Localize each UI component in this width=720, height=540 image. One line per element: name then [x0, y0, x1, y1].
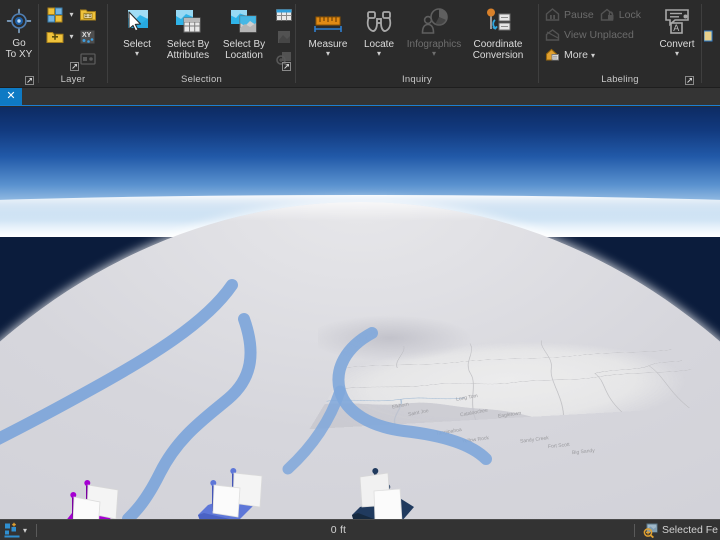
ribbon-group-selection: Select ▾ Select By Attributes Select By …: [108, 0, 295, 87]
xy-table-to-point-button[interactable]: XY: [78, 26, 98, 47]
scene-view-3d[interactable]: Elkhorn Saint Joe Long Tom Cataloochee T…: [0, 107, 720, 519]
ribbon-group-layer-title: Layer: [60, 74, 86, 85]
add-preset-layer-icon: [78, 5, 98, 25]
close-icon: ✕: [6, 90, 16, 102]
selected-features-icon[interactable]: [643, 523, 658, 538]
locate-button[interactable]: Locate ▾: [356, 3, 402, 58]
ship-west[interactable]: [46, 463, 156, 519]
view-tab-strip: ✕: [0, 88, 720, 106]
ribbon-group-selection-title: Selection: [181, 74, 222, 85]
more-labeling-button[interactable]: More ▾: [545, 45, 647, 65]
ribbon-group-gotoxy: Go To XY: [0, 0, 38, 87]
coordinate-conversion-icon: [483, 6, 513, 38]
locate-chevron-down-icon[interactable]: ▾: [377, 50, 381, 58]
measurement-readout: 0 ft: [330, 524, 347, 536]
coordinate-conversion-button[interactable]: Coordinate Conversion: [466, 3, 530, 61]
select-by-attributes-icon: [173, 6, 203, 38]
overflow-partial-icon[interactable]: [703, 29, 716, 43]
coordinate-conversion-label: Coordinate Conversion: [472, 39, 524, 61]
labeling-dialog-launcher[interactable]: [685, 76, 694, 85]
infographics-button: Infographics ▾: [402, 3, 466, 58]
selection-small-buttons: [274, 3, 294, 69]
ribbon-group-overflow: [702, 0, 718, 87]
ribbon-group-inquiry: Measure ▾ Locate ▾ Infographics ▾ Coordi…: [296, 0, 538, 87]
measure-chevron-down-icon[interactable]: ▾: [326, 50, 330, 58]
ribbon-group-labeling: Pause Lock View Unplaced More ▾ A Conver…: [539, 0, 701, 87]
select-chevron-down-icon[interactable]: ▾: [135, 50, 139, 58]
pause-labeling-label: Pause: [564, 9, 594, 21]
snapping-chevron-down-icon[interactable]: ▾: [23, 526, 27, 535]
binoculars-icon: [364, 6, 394, 38]
go-to-xy-button[interactable]: Go To XY: [1, 2, 37, 60]
convert-labels-icon: A: [662, 6, 692, 38]
view-unplaced-button: View Unplaced: [545, 25, 647, 45]
ribbon-group-inquiry-title: Inquiry: [402, 74, 432, 85]
more-labeling-chevron-down-icon[interactable]: ▾: [591, 51, 595, 60]
layer-dialog-launcher[interactable]: [70, 62, 79, 71]
status-bar-left: ▾: [0, 522, 43, 538]
layer-grid-chevron-down-icon[interactable]: ▾: [66, 10, 77, 19]
ribbon-group-layer: ▾ ▾ XY Layer: [39, 0, 107, 87]
status-bar: ▾ 0 ft Selected Fe: [0, 519, 720, 540]
clear-selection-icon: [274, 27, 294, 47]
select-arrow-icon: [122, 6, 152, 38]
svg-text:A: A: [673, 23, 679, 33]
pause-labeling-button: Pause: [545, 5, 600, 25]
more-labeling-icon: [545, 47, 561, 63]
lock-labels-label: Lock: [618, 9, 641, 21]
view-unplaced-icon: [545, 27, 561, 43]
measure-button[interactable]: Measure ▾: [300, 3, 356, 58]
close-view-button[interactable]: ✕: [0, 88, 22, 105]
layer-grid-button[interactable]: ▾: [45, 4, 77, 25]
selection-dialog-launcher[interactable]: [282, 62, 291, 71]
select-by-location-icon: [229, 6, 259, 38]
convert-labels-button[interactable]: A Convert ▾: [649, 3, 705, 58]
ribbon-group-labeling-title: Labeling: [601, 74, 639, 85]
add-data-icon: [45, 27, 65, 47]
infographics-pie-icon: [419, 6, 449, 38]
add-graphics-layer-button: [78, 48, 98, 69]
convert-labels-chevron-down-icon[interactable]: ▾: [675, 50, 679, 58]
lock-labels-button: Lock: [600, 5, 647, 25]
ship-center[interactable]: [186, 463, 296, 519]
view-unplaced-label: View Unplaced: [564, 29, 634, 41]
select-button[interactable]: Select ▾: [114, 3, 160, 58]
select-by-location-label: Select By Location: [222, 39, 266, 61]
lock-labels-icon: [600, 7, 616, 23]
ruler-icon: [313, 6, 343, 38]
xy-table-to-point-icon: XY: [78, 27, 98, 47]
select-by-attributes-label: Select By Attributes: [166, 39, 210, 61]
add-graphics-layer-icon: [78, 49, 98, 69]
select-by-attributes-button[interactable]: Select By Attributes: [160, 3, 216, 61]
crosshair-target-icon: [6, 5, 32, 37]
select-by-location-button[interactable]: Select By Location: [216, 3, 272, 61]
ribbon: Go To XY ▾ ▾ XY Layer Select ▾ Select By…: [0, 0, 720, 88]
river-features: [0, 279, 492, 519]
attribute-table-icon: [274, 5, 294, 25]
add-data-chevron-down-icon[interactable]: ▾: [66, 32, 77, 41]
gotoxy-dialog-launcher[interactable]: [25, 76, 34, 85]
pause-labeling-icon: [545, 7, 561, 23]
svg-text:XY: XY: [82, 32, 92, 39]
application-window: Go To XY ▾ ▾ XY Layer Select ▾ Select By…: [0, 0, 720, 540]
more-labeling-label: More: [564, 49, 588, 61]
layer-small-buttons-right: XY: [78, 3, 98, 69]
clear-selection-button: [274, 26, 294, 47]
status-bar-right: Selected Fe: [633, 523, 720, 538]
go-to-xy-label: Go To XY: [5, 38, 33, 60]
add-preset-layer-button[interactable]: [78, 4, 98, 25]
layer-grid-icon: [45, 5, 65, 25]
infographics-chevron-down-icon: ▾: [431, 49, 436, 58]
status-bar-separator-right: [633, 523, 635, 537]
attribute-table-button[interactable]: [274, 4, 294, 25]
status-bar-separator-left: [36, 523, 38, 537]
snapping-icon[interactable]: [4, 522, 20, 538]
selected-features-label: Selected Fe: [661, 524, 718, 536]
layer-small-buttons-left: ▾ ▾: [45, 3, 77, 47]
ship-east[interactable]: [334, 463, 444, 519]
add-data-button[interactable]: ▾: [45, 26, 77, 47]
